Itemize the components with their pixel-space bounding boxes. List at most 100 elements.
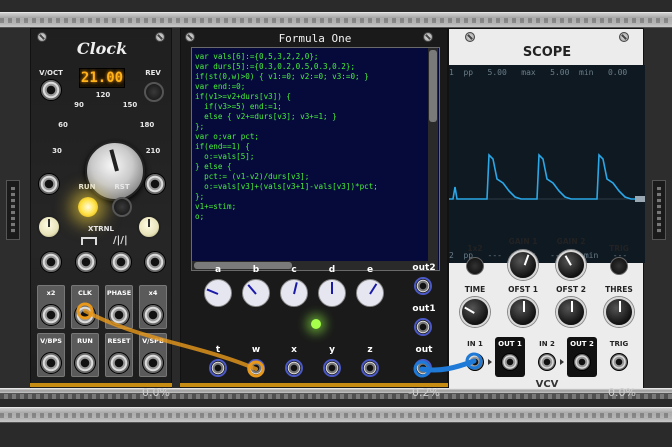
in1-jack[interactable] <box>466 353 484 371</box>
ofst1-label: OFST 1 <box>508 285 538 294</box>
rev-label: REV <box>145 69 161 77</box>
dial-tick: 120 <box>95 91 111 99</box>
input-t-label: t <box>215 345 221 355</box>
thres-knob[interactable] <box>604 297 634 327</box>
out1-panel: OUT 1 <box>495 337 525 377</box>
scope-trace <box>449 153 645 202</box>
run-button-lit[interactable] <box>78 197 98 217</box>
rev-button[interactable] <box>144 82 164 102</box>
bpm-knob[interactable] <box>85 141 145 201</box>
knob-c[interactable] <box>280 279 308 307</box>
tile-label: x2 <box>46 289 56 297</box>
ratio-knob-left[interactable] <box>37 215 61 239</box>
left-input-jack[interactable] <box>38 173 60 195</box>
scope-waveform <box>449 153 645 200</box>
tile-label: RUN <box>77 337 93 345</box>
x4-jack[interactable] <box>142 304 164 326</box>
out1-jack[interactable] <box>414 318 432 336</box>
knob-d-label: d <box>328 265 336 275</box>
output-jack-3[interactable] <box>110 251 132 273</box>
tile-vspb: V/SPB <box>139 333 167 377</box>
out2-jack[interactable] <box>414 277 432 295</box>
knob-indicator <box>247 284 257 295</box>
ratio-knob-right[interactable] <box>137 215 161 239</box>
x2-button[interactable] <box>466 257 484 275</box>
knob-indicator <box>564 255 572 266</box>
knob-indicator <box>464 306 475 314</box>
input-z-label: z <box>367 345 373 355</box>
knob-indicator <box>523 254 530 266</box>
thres-label: THRES <box>605 285 633 294</box>
tile-label: PHASE <box>106 289 132 297</box>
formula-title: Formula One <box>278 32 352 45</box>
tile-vbps: V/BPS <box>37 333 65 377</box>
input-w-jack[interactable] <box>247 359 265 377</box>
output-jack-2[interactable] <box>75 251 97 273</box>
tile-label: V/SPB <box>142 337 164 345</box>
knob-c-label: c <box>291 265 297 275</box>
scroll-thumb[interactable] <box>429 50 437 122</box>
gain2-knob[interactable] <box>556 250 586 280</box>
vertical-scrollbar[interactable] <box>428 48 438 270</box>
clk-jack[interactable] <box>74 304 96 326</box>
gain1-knob[interactable] <box>508 250 538 280</box>
tile-x4: x4 <box>139 285 167 329</box>
time-label: TIME <box>464 285 486 294</box>
vbps-jack[interactable] <box>40 352 62 374</box>
knob-indicator <box>369 283 378 295</box>
formula-cpu-usage: -0.2% <box>408 386 440 399</box>
code-text[interactable]: var vals[6]:={0,5,3,2,2,0}; var durs[5]:… <box>195 52 427 222</box>
scope-module: SCOPE 1 pp 5.00 max 5.00 min 0.00 2 pp -… <box>448 28 645 394</box>
output-jack-1[interactable] <box>40 251 62 273</box>
ofst1-knob[interactable] <box>508 297 538 327</box>
ofst2-knob[interactable] <box>556 297 586 327</box>
trig-label: TRIG <box>609 244 629 253</box>
tile-phase: PHASE <box>105 285 133 329</box>
phase-jack[interactable] <box>108 304 130 326</box>
out2-panel: OUT 2 <box>567 337 597 377</box>
out-jack[interactable] <box>414 359 432 377</box>
x2-jack[interactable] <box>40 304 62 326</box>
reset-jack[interactable] <box>108 352 130 374</box>
knob-a-label: a <box>214 265 222 275</box>
voct-label: V/OCT <box>39 69 63 77</box>
square-wave-icon <box>81 237 97 245</box>
time-knob[interactable] <box>460 297 490 327</box>
knob-b[interactable] <box>242 279 270 307</box>
vspb-jack[interactable] <box>142 352 164 374</box>
in2-jack[interactable] <box>538 353 556 371</box>
knob-a[interactable] <box>204 279 232 307</box>
out-label: out <box>415 345 433 355</box>
input-y-jack[interactable] <box>323 359 341 377</box>
clock-title: Clock <box>76 39 128 58</box>
trig-button[interactable] <box>610 257 628 275</box>
code-editor[interactable]: var vals[6]:={0,5,3,2,2,0}; var durs[5]:… <box>191 47 440 271</box>
out2-label: OUT 2 <box>570 340 594 348</box>
tile-x2: x2 <box>37 285 65 329</box>
out2-jack[interactable] <box>573 353 591 371</box>
knob-d[interactable] <box>318 279 346 307</box>
out1-jack[interactable] <box>501 353 519 371</box>
dial-tick: 150 <box>122 101 138 109</box>
input-y-label: y <box>329 345 335 355</box>
input-x-jack[interactable] <box>285 359 303 377</box>
dial-tick: 180 <box>139 121 155 129</box>
run-label: RUN <box>78 183 96 191</box>
voct-input-jack[interactable] <box>40 79 62 101</box>
tile-label: RESET <box>107 337 131 345</box>
run-jack[interactable] <box>74 352 96 374</box>
output-jack-4[interactable] <box>144 251 166 273</box>
rack-rail-bottom <box>0 407 672 423</box>
tile-run: RUN <box>71 333 99 377</box>
reset-button[interactable] <box>112 197 132 217</box>
dial-tick: 90 <box>74 101 84 109</box>
input-t-jack[interactable] <box>209 359 227 377</box>
trig-in-jack[interactable] <box>610 353 628 371</box>
activity-led <box>311 319 321 329</box>
knob-e[interactable] <box>356 279 384 307</box>
tile-label: x4 <box>148 289 158 297</box>
input-z-jack[interactable] <box>361 359 379 377</box>
trigger-marker <box>635 196 645 202</box>
right-input-jack[interactable] <box>144 173 166 195</box>
knob-indicator <box>331 282 333 294</box>
